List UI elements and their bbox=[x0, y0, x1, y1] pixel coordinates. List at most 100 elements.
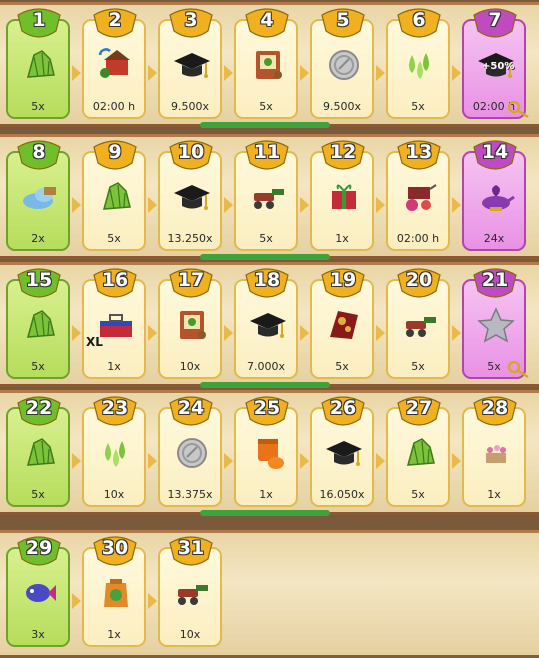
decoration-icon bbox=[324, 307, 364, 343]
day-card-17[interactable]: 17 10x bbox=[158, 268, 222, 379]
day-number-badge: 25 bbox=[244, 395, 290, 427]
day-number-badge: 7 bbox=[472, 7, 518, 39]
day-number: 5 bbox=[336, 9, 350, 31]
day-number-badge: 23 bbox=[92, 395, 138, 427]
day-card-11[interactable]: 11 5x bbox=[234, 140, 298, 251]
day-number: 28 bbox=[481, 397, 509, 419]
week-row-1: 1 5x 2 02:00 h 3 9.500x 4 5x 5 9.500x 6 5x 7 +50% 02:0… bbox=[0, 2, 539, 128]
day-card-2[interactable]: 2 02:00 h bbox=[82, 8, 146, 119]
reward-amount: 5x bbox=[31, 488, 45, 501]
day-card-15[interactable]: 15 5x bbox=[6, 268, 70, 379]
day-number-badge: 6 bbox=[396, 7, 442, 39]
day-card-10[interactable]: 10 13.250x bbox=[158, 140, 222, 251]
day-card-30[interactable]: 30 1x bbox=[82, 536, 146, 647]
next-arrow-icon bbox=[224, 325, 233, 341]
day-card-21[interactable]: 21 5x bbox=[462, 268, 529, 379]
next-arrow-icon bbox=[148, 65, 157, 81]
day-number: 2 bbox=[108, 9, 122, 31]
day-card-1[interactable]: 1 5x bbox=[6, 8, 70, 119]
next-arrow-icon bbox=[376, 197, 385, 213]
next-arrow-icon bbox=[72, 325, 81, 341]
day-card-28[interactable]: 28 1x bbox=[462, 396, 526, 507]
next-arrow-icon bbox=[224, 197, 233, 213]
leaf-bundle-icon bbox=[96, 179, 136, 215]
leaf-bundle-icon bbox=[400, 435, 440, 471]
day-card-3[interactable]: 3 9.500x bbox=[158, 8, 222, 119]
day-number-badge: 31 bbox=[168, 535, 214, 567]
day-number: 18 bbox=[253, 269, 281, 291]
next-arrow-icon bbox=[376, 453, 385, 469]
day-card-22[interactable]: 22 5x bbox=[6, 396, 70, 507]
key-icon bbox=[507, 100, 530, 119]
day-number: 15 bbox=[25, 269, 53, 291]
day-number: 3 bbox=[184, 9, 198, 31]
graduation-cap-icon bbox=[324, 435, 364, 471]
day-number: 14 bbox=[481, 141, 509, 163]
next-arrow-icon bbox=[300, 453, 309, 469]
day-card-12[interactable]: 12 1x bbox=[310, 140, 374, 251]
flower-box-icon bbox=[476, 435, 516, 471]
day-card-27[interactable]: 27 5x bbox=[386, 396, 450, 507]
day-card-7[interactable]: 7 +50% 02:00 h bbox=[462, 8, 529, 119]
day-card-4[interactable]: 4 5x bbox=[234, 8, 298, 119]
day-number-badge: 16 bbox=[92, 267, 138, 299]
reward-amount: 7.000x bbox=[246, 360, 285, 373]
sprayer-icon bbox=[400, 307, 440, 343]
next-arrow-icon bbox=[224, 65, 233, 81]
leaf-bundle-icon bbox=[20, 47, 60, 83]
row-divider bbox=[200, 510, 330, 516]
next-arrow-icon bbox=[452, 197, 461, 213]
reward-amount: 5x bbox=[411, 488, 425, 501]
day-number: 6 bbox=[412, 9, 426, 31]
next-arrow-icon bbox=[148, 325, 157, 341]
day-card-26[interactable]: 26 16.050x bbox=[310, 396, 374, 507]
day-number-badge: 20 bbox=[396, 267, 442, 299]
day-number: 10 bbox=[177, 141, 205, 163]
day-number-badge: 13 bbox=[396, 139, 442, 171]
day-card-6[interactable]: 6 5x bbox=[386, 8, 450, 119]
seed-packet-icon bbox=[172, 307, 212, 343]
day-card-18[interactable]: 18 7.000x bbox=[234, 268, 298, 379]
day-card-19[interactable]: 19 5x bbox=[310, 268, 374, 379]
day-number: 19 bbox=[329, 269, 357, 291]
seed-packet-icon bbox=[248, 47, 288, 83]
week-row-5: 29 3x 30 1x 31 10x bbox=[0, 530, 539, 658]
day-number-badge: 29 bbox=[16, 535, 62, 567]
reward-amount: 10x bbox=[179, 628, 201, 641]
day-card-14[interactable]: 14 24x bbox=[462, 140, 526, 251]
reward-amount: 2x bbox=[31, 232, 45, 245]
reward-amount: 5x bbox=[107, 232, 121, 245]
day-card-5[interactable]: 5 9.500x bbox=[310, 8, 374, 119]
day-card-23[interactable]: 23 10x bbox=[82, 396, 146, 507]
day-number-badge: 15 bbox=[16, 267, 62, 299]
reward-amount: 13.250x bbox=[167, 232, 213, 245]
day-number: 24 bbox=[177, 397, 205, 419]
day-card-13[interactable]: 13 02:00 h bbox=[386, 140, 450, 251]
day-card-31[interactable]: 31 10x bbox=[158, 536, 222, 647]
day-card-9[interactable]: 9 5x bbox=[82, 140, 146, 251]
reward-amount: 1x bbox=[259, 488, 273, 501]
day-card-24[interactable]: 24 13.375x bbox=[158, 396, 222, 507]
day-number-badge: 3 bbox=[168, 7, 214, 39]
gift-icon bbox=[324, 179, 364, 215]
day-card-8[interactable]: 8 2x bbox=[6, 140, 70, 251]
next-arrow-icon bbox=[300, 325, 309, 341]
next-arrow-icon bbox=[224, 453, 233, 469]
reward-amount: 5x bbox=[259, 232, 273, 245]
next-arrow-icon bbox=[452, 453, 461, 469]
coin-icon bbox=[172, 435, 212, 471]
day-number: 31 bbox=[177, 537, 205, 559]
day-card-25[interactable]: 25 1x bbox=[234, 396, 298, 507]
genie-lamp-icon bbox=[476, 179, 516, 215]
day-number: 17 bbox=[177, 269, 205, 291]
day-card-20[interactable]: 20 5x bbox=[386, 268, 450, 379]
farm-boost-icon bbox=[96, 47, 136, 83]
day-card-16[interactable]: 16 XL 1x bbox=[82, 268, 146, 379]
next-arrow-icon bbox=[376, 65, 385, 81]
day-number-badge: 4 bbox=[244, 7, 290, 39]
day-number-badge: 2 bbox=[92, 7, 138, 39]
day-number-badge: 28 bbox=[472, 395, 518, 427]
day-number: 23 bbox=[101, 397, 129, 419]
bonus-tag: +50% bbox=[482, 61, 515, 72]
day-card-29[interactable]: 29 3x bbox=[6, 536, 70, 647]
